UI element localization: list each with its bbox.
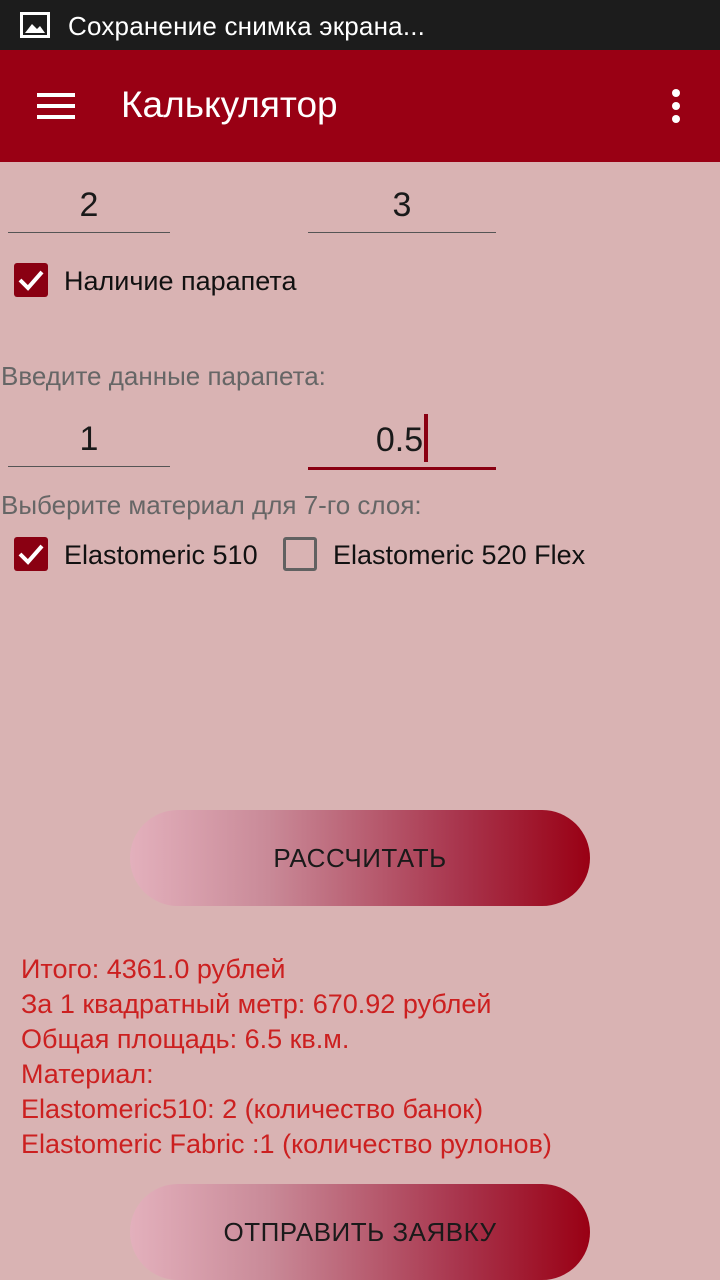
parapet-field-1[interactable]: 1 [8,416,170,467]
image-icon [20,12,50,38]
checkmark-icon [18,270,44,291]
parapet-checkbox[interactable] [14,263,48,297]
result-total: Итого: 4361.0 рублей [21,954,286,984]
submit-request-button[interactable]: ОТПРАВИТЬ ЗАЯВКУ [130,1184,590,1280]
checkmark-icon [18,544,44,565]
result-area: Общая площадь: 6.5 кв.м. [21,1024,350,1054]
more-vert-icon[interactable] [652,80,700,132]
parapet-checkbox-label: Наличие парапета [64,266,297,296]
text-cursor [424,414,429,463]
material-section-label: Выберите материал для 7-го слоя: [1,490,422,520]
app-bar: Калькулятор [0,50,720,162]
parapet-field-2[interactable]: 0.5 [308,414,496,470]
dimension-field-2[interactable]: 3 [308,182,496,233]
parapet-section-label: Введите данные парапета: [1,361,326,391]
dimension-field-1[interactable]: 2 [8,182,170,233]
status-bar: Сохранение снимка экрана... [0,0,720,50]
material-checkbox-elastomeric-520-flex[interactable] [283,537,317,571]
material-checkbox-elastomeric-510[interactable] [14,537,48,571]
result-material-2: Elastomeric Fabric :1 (количество рулоно… [21,1129,552,1159]
material-label-elastomeric-520-flex: Elastomeric 520 Flex [333,540,586,570]
result-material-header: Материал: [21,1059,154,1089]
notification-text: Сохранение снимка экрана... [68,11,426,41]
result-per-sqm: За 1 квадратный метр: 670.92 рублей [21,989,492,1019]
material-label-elastomeric-510: Elastomeric 510 [64,540,258,570]
page-title: Калькулятор [121,84,338,125]
result-material-1: Elastomeric510: 2 (количество банок) [21,1094,484,1124]
parapet-field-2-value: 0.5 [375,421,424,459]
hamburger-menu-icon[interactable] [26,80,86,132]
calculate-button[interactable]: РАССЧИТАТЬ [130,810,590,906]
